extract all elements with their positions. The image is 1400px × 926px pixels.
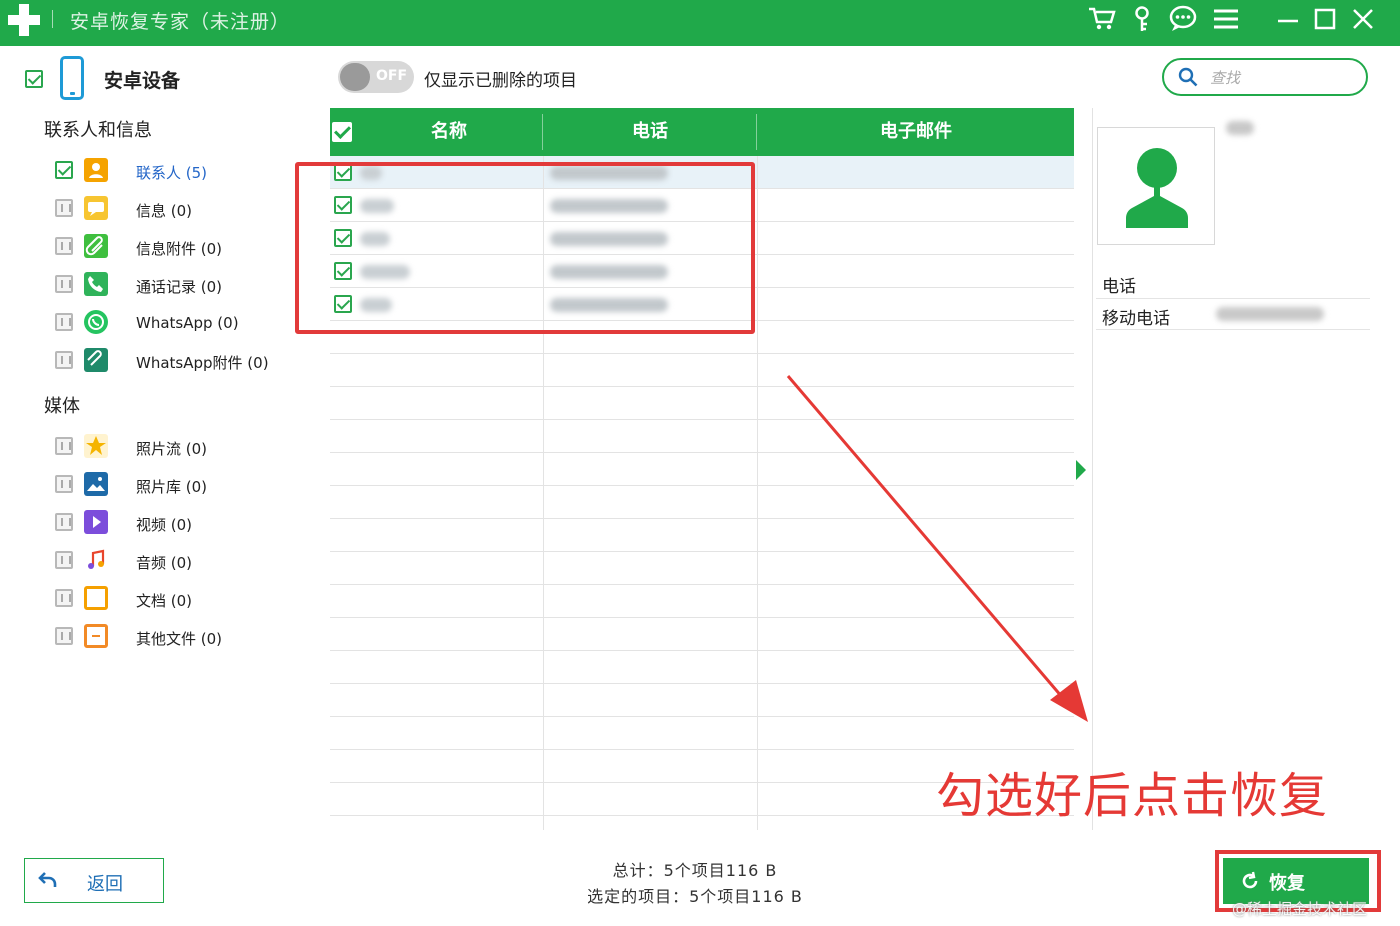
device-label: 安卓设备 xyxy=(104,70,181,92)
contact-name-redacted xyxy=(1226,121,1254,135)
column-header-name[interactable]: 名称 xyxy=(354,108,544,156)
toggle-label: 仅显示已删除的项目 xyxy=(424,71,577,91)
search-icon xyxy=(1178,67,1198,87)
cart-icon[interactable] xyxy=(1086,4,1118,34)
close-icon[interactable] xyxy=(1348,4,1378,34)
column-separator xyxy=(542,114,543,150)
video-checkbox[interactable] xyxy=(55,513,73,531)
expand-panel-icon[interactable] xyxy=(1076,460,1086,480)
select-all-checkbox[interactable] xyxy=(332,122,352,142)
sidebar-item-label: 音频 (0) xyxy=(136,554,193,572)
whatsapp-icon xyxy=(84,310,108,334)
table-row xyxy=(330,486,1074,519)
chat-icon[interactable] xyxy=(1166,4,1200,34)
search-input[interactable] xyxy=(1210,66,1360,90)
sidebar-item-label: 通话记录 (0) xyxy=(136,278,223,296)
contact-icon xyxy=(84,158,108,182)
section-media: 媒体 xyxy=(44,396,80,417)
title-bar: 安卓恢复专家（未注册） xyxy=(0,0,1400,46)
audio-icon xyxy=(84,548,108,572)
menu-icon[interactable] xyxy=(1210,4,1242,34)
detail-mobile-value-redacted xyxy=(1216,307,1324,321)
detail-divider xyxy=(1092,108,1093,830)
show-deleted-toggle[interactable]: OFF xyxy=(338,61,414,93)
sidebar-item-label: 照片库 (0) xyxy=(136,478,208,496)
message-icon xyxy=(84,196,108,220)
call-log-checkbox[interactable] xyxy=(55,275,73,293)
whatsapp-attachment-icon xyxy=(84,348,108,372)
detail-divider-line xyxy=(1096,329,1370,330)
table-row xyxy=(330,651,1074,684)
photo-stream-checkbox[interactable] xyxy=(55,437,73,455)
table-row xyxy=(330,354,1074,387)
contacts-checkbox[interactable] xyxy=(55,161,73,179)
whatsapp-checkbox[interactable] xyxy=(55,313,73,331)
avatar xyxy=(1097,127,1215,245)
search-box[interactable] xyxy=(1162,58,1368,96)
sidebar-item-label: 联系人 (5) xyxy=(136,164,208,182)
sidebar: 安卓设备 联系人和信息 联系人 (5) 信息 (0) 信息附件 (0) 通话记录… xyxy=(0,46,320,846)
table-row xyxy=(330,684,1074,717)
table-row xyxy=(330,420,1074,453)
table-row xyxy=(330,519,1074,552)
recover-button-label: 恢复 xyxy=(1269,873,1305,894)
messages-checkbox[interactable] xyxy=(55,199,73,217)
message-attachments-checkbox[interactable] xyxy=(55,237,73,255)
photo-library-checkbox[interactable] xyxy=(55,475,73,493)
annotation-text: 勾选好后点击恢复 xyxy=(936,768,1329,824)
sidebar-item-label: WhatsApp附件 (0) xyxy=(136,354,269,372)
sidebar-item-label: 信息 (0) xyxy=(136,202,193,220)
sidebar-item-label: 信息附件 (0) xyxy=(136,240,223,258)
table-row xyxy=(330,618,1074,651)
selection-highlight-box xyxy=(295,162,755,334)
detail-mobile-label: 移动电话 xyxy=(1102,309,1170,329)
detail-divider-line xyxy=(1096,298,1370,299)
detail-phone-section: 电话 xyxy=(1102,277,1136,297)
column-header-email[interactable]: 电子邮件 xyxy=(758,108,1074,156)
table-row xyxy=(330,387,1074,420)
recover-icon xyxy=(1242,871,1258,889)
minimize-icon[interactable] xyxy=(1272,4,1304,34)
whatsapp-attachments-checkbox[interactable] xyxy=(55,351,73,369)
maximize-icon[interactable] xyxy=(1310,4,1340,34)
other-files-checkbox[interactable] xyxy=(55,627,73,645)
column-header-phone[interactable]: 电话 xyxy=(544,108,756,156)
attachment-icon xyxy=(84,234,108,258)
sidebar-item-label: 视频 (0) xyxy=(136,516,193,534)
document-icon xyxy=(84,586,108,610)
footer-selected: 选定的项目：5个项目116 B xyxy=(587,887,803,906)
title-separator xyxy=(52,10,53,28)
sidebar-item-label: 其他文件 (0) xyxy=(136,630,223,648)
sidebar-item-label: 文档 (0) xyxy=(136,592,193,610)
table-row xyxy=(330,717,1074,750)
audio-checkbox[interactable] xyxy=(55,551,73,569)
table-header: 名称 电话 电子邮件 xyxy=(330,108,1074,156)
section-contacts-messages: 联系人和信息 xyxy=(44,120,152,141)
contact-avatar-icon xyxy=(1126,148,1188,228)
sidebar-item-label: WhatsApp (0) xyxy=(136,314,239,332)
window-title: 安卓恢复专家（未注册） xyxy=(70,11,291,33)
table-row xyxy=(330,585,1074,618)
table-row xyxy=(330,552,1074,585)
device-checkbox[interactable] xyxy=(25,70,43,88)
photo-library-icon xyxy=(84,472,108,496)
toggle-state-text: OFF xyxy=(376,68,408,84)
android-phone-icon xyxy=(60,56,84,100)
footer-total: 总计：5个项目116 B xyxy=(612,861,778,880)
app-logo-icon xyxy=(8,4,40,36)
watermark: @稀土掘金技术社区 xyxy=(1232,900,1368,918)
photo-stream-icon xyxy=(84,434,108,458)
key-icon[interactable] xyxy=(1130,4,1154,34)
column-separator xyxy=(756,114,757,150)
call-log-icon xyxy=(84,272,108,296)
table-row xyxy=(330,453,1074,486)
sidebar-item-label: 照片流 (0) xyxy=(136,440,208,458)
column-line xyxy=(757,156,758,830)
documents-checkbox[interactable] xyxy=(55,589,73,607)
toggle-knob xyxy=(340,63,370,91)
video-icon xyxy=(84,510,108,534)
other-files-icon xyxy=(84,624,108,648)
